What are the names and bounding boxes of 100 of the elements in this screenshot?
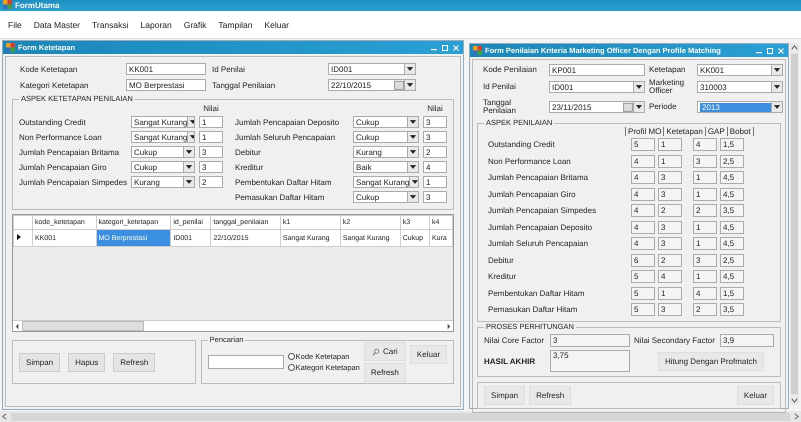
button[interactable]: Keluar bbox=[410, 345, 447, 364]
text-field[interactable]: 3 bbox=[423, 116, 447, 128]
dropdown-field[interactable]: Cukup bbox=[353, 131, 419, 143]
scroll-left-icon[interactable] bbox=[0, 412, 9, 421]
value-field: 3,5 bbox=[720, 303, 744, 316]
menu-item[interactable]: Keluar bbox=[264, 18, 290, 30]
field-label: Id Penilai bbox=[483, 83, 517, 92]
field-label: Tanggal Penilaian bbox=[483, 98, 517, 116]
criterion-label: Non Performance Loan bbox=[488, 156, 572, 166]
menu-item[interactable]: Data Master bbox=[34, 18, 80, 30]
dropdown-arrow-icon[interactable] bbox=[407, 162, 418, 172]
dropdown-field[interactable]: Kurang bbox=[131, 176, 195, 188]
text-field[interactable]: 4 bbox=[423, 161, 447, 173]
dropdown-field[interactable]: Cukup bbox=[353, 116, 419, 128]
button[interactable]: Refresh bbox=[529, 386, 572, 406]
dropdown-arrow-icon[interactable] bbox=[404, 64, 415, 74]
criterion-label: Outstanding Credit bbox=[19, 118, 87, 126]
dropdown-field[interactable]: ID001 bbox=[328, 63, 416, 75]
scroll-right-icon[interactable] bbox=[792, 412, 801, 421]
field-label: Id Penilai bbox=[212, 64, 246, 74]
criterion-label: Debitur bbox=[235, 148, 262, 156]
column-header: Nilai bbox=[426, 104, 444, 113]
menu-item[interactable]: Tampilan bbox=[218, 18, 252, 30]
menu-item[interactable]: File bbox=[8, 18, 22, 30]
dropdown-arrow-icon[interactable] bbox=[771, 102, 782, 112]
value-field: 4,5 bbox=[720, 237, 744, 250]
value-field: 1,5 bbox=[720, 286, 744, 300]
menu-item[interactable]: Laporan bbox=[140, 18, 172, 30]
dropdown-arrow-icon[interactable] bbox=[183, 147, 194, 157]
text-field[interactable]: 3 bbox=[423, 191, 447, 203]
search-field[interactable] bbox=[208, 355, 284, 369]
maximize-icon[interactable] bbox=[441, 44, 449, 52]
dropdown-field[interactable]: Sangat Kurang bbox=[131, 116, 195, 128]
dropdown-arrow-icon[interactable] bbox=[404, 80, 415, 90]
menu-item[interactable]: Grafik bbox=[184, 18, 206, 30]
dropdown-arrow-icon[interactable] bbox=[183, 177, 194, 187]
dropdown-arrow-icon[interactable] bbox=[407, 192, 418, 202]
dropdown-field[interactable]: Cukup bbox=[131, 146, 195, 158]
button[interactable]: Hapus bbox=[68, 352, 106, 372]
dropdown-field[interactable]: KK001 bbox=[697, 64, 783, 76]
scroll-down-icon[interactable] bbox=[790, 396, 799, 405]
horizontal-scrollbar[interactable] bbox=[0, 411, 801, 422]
value-field: 3 bbox=[658, 188, 682, 201]
search-button[interactable]: Cari bbox=[364, 342, 406, 361]
text-field[interactable]: 2 bbox=[423, 146, 447, 158]
dropdown-arrow-icon[interactable] bbox=[409, 177, 418, 187]
text-field[interactable]: 1 bbox=[423, 176, 447, 188]
value-field: 2 bbox=[658, 254, 682, 267]
dropdown-field[interactable]: Baik bbox=[353, 161, 419, 173]
close-icon[interactable] bbox=[777, 46, 785, 54]
dropdown-field[interactable]: Cukup bbox=[131, 161, 195, 173]
dropdown-arrow-icon[interactable] bbox=[407, 117, 418, 127]
dropdown-field[interactable]: Cukup bbox=[353, 191, 419, 203]
button[interactable]: Simpan bbox=[484, 386, 526, 406]
scroll-up-icon[interactable] bbox=[790, 43, 799, 52]
search-icon[interactable] bbox=[372, 348, 380, 356]
button[interactable]: Keluar bbox=[736, 386, 774, 406]
text-field[interactable]: 3 bbox=[423, 131, 447, 143]
value-field: 3,9 bbox=[720, 334, 774, 348]
dropdown-arrow-icon[interactable] bbox=[183, 162, 194, 172]
value-field: 4 bbox=[631, 237, 655, 250]
dropdown-field[interactable]: 23/11/2015 bbox=[549, 101, 645, 114]
button[interactable]: Simpan bbox=[19, 352, 60, 372]
dropdown-field[interactable]: 310003 bbox=[697, 81, 783, 94]
close-icon[interactable] bbox=[452, 44, 460, 52]
value-field: 5 bbox=[631, 286, 655, 300]
value-field: 3 bbox=[658, 237, 682, 250]
menu-item[interactable]: Transaksi bbox=[92, 18, 129, 30]
value-field: 5 bbox=[631, 270, 655, 284]
dropdown-arrow-icon[interactable] bbox=[407, 147, 418, 157]
text-field[interactable]: 2 bbox=[199, 176, 223, 188]
button[interactable]: Refresh bbox=[364, 363, 406, 382]
dropdown-field[interactable]: Sangat Kurang bbox=[353, 176, 419, 188]
text-field[interactable]: 1 bbox=[199, 116, 223, 128]
dropdown-arrow-icon[interactable] bbox=[771, 65, 782, 75]
text-field[interactable]: MO Berprestasi bbox=[126, 79, 206, 91]
value-field: 2 bbox=[693, 303, 717, 316]
dropdown-field[interactable]: 22/10/2015 bbox=[328, 79, 416, 91]
vertical-scrollbar[interactable] bbox=[790, 43, 799, 405]
button[interactable]: Refresh bbox=[113, 352, 156, 372]
text-field[interactable]: KK001 bbox=[126, 63, 206, 75]
criterion-label: Jumlah Seluruh Pencapaian bbox=[488, 239, 590, 248]
dropdown-arrow-icon[interactable] bbox=[633, 102, 644, 112]
text-field[interactable]: 3 bbox=[199, 146, 223, 158]
horizontal-scrollbar[interactable] bbox=[13, 320, 453, 331]
value-field: 4 bbox=[631, 171, 655, 184]
maximize-icon[interactable] bbox=[766, 46, 774, 54]
dropdown-arrow-icon[interactable] bbox=[407, 132, 418, 142]
column-header: Ketetapan bbox=[663, 126, 705, 136]
button[interactable]: Hitung Dengan Profmatch bbox=[658, 352, 764, 371]
value-field: 4 bbox=[658, 270, 682, 284]
dropdown-field[interactable]: ID001 bbox=[549, 81, 645, 94]
text-field[interactable]: KP001 bbox=[549, 64, 645, 76]
dropdown-field[interactable]: Sangat Kurang bbox=[131, 131, 195, 143]
field-label: HASIL AKHIR bbox=[484, 356, 536, 366]
text-field[interactable]: 1 bbox=[199, 131, 223, 143]
dropdown-field[interactable]: Kurang bbox=[353, 146, 419, 158]
column-header: GAP bbox=[704, 126, 727, 136]
text-field[interactable]: 3 bbox=[199, 161, 223, 173]
criterion-label: Jumlah Pencapaian Deposito bbox=[488, 222, 594, 232]
